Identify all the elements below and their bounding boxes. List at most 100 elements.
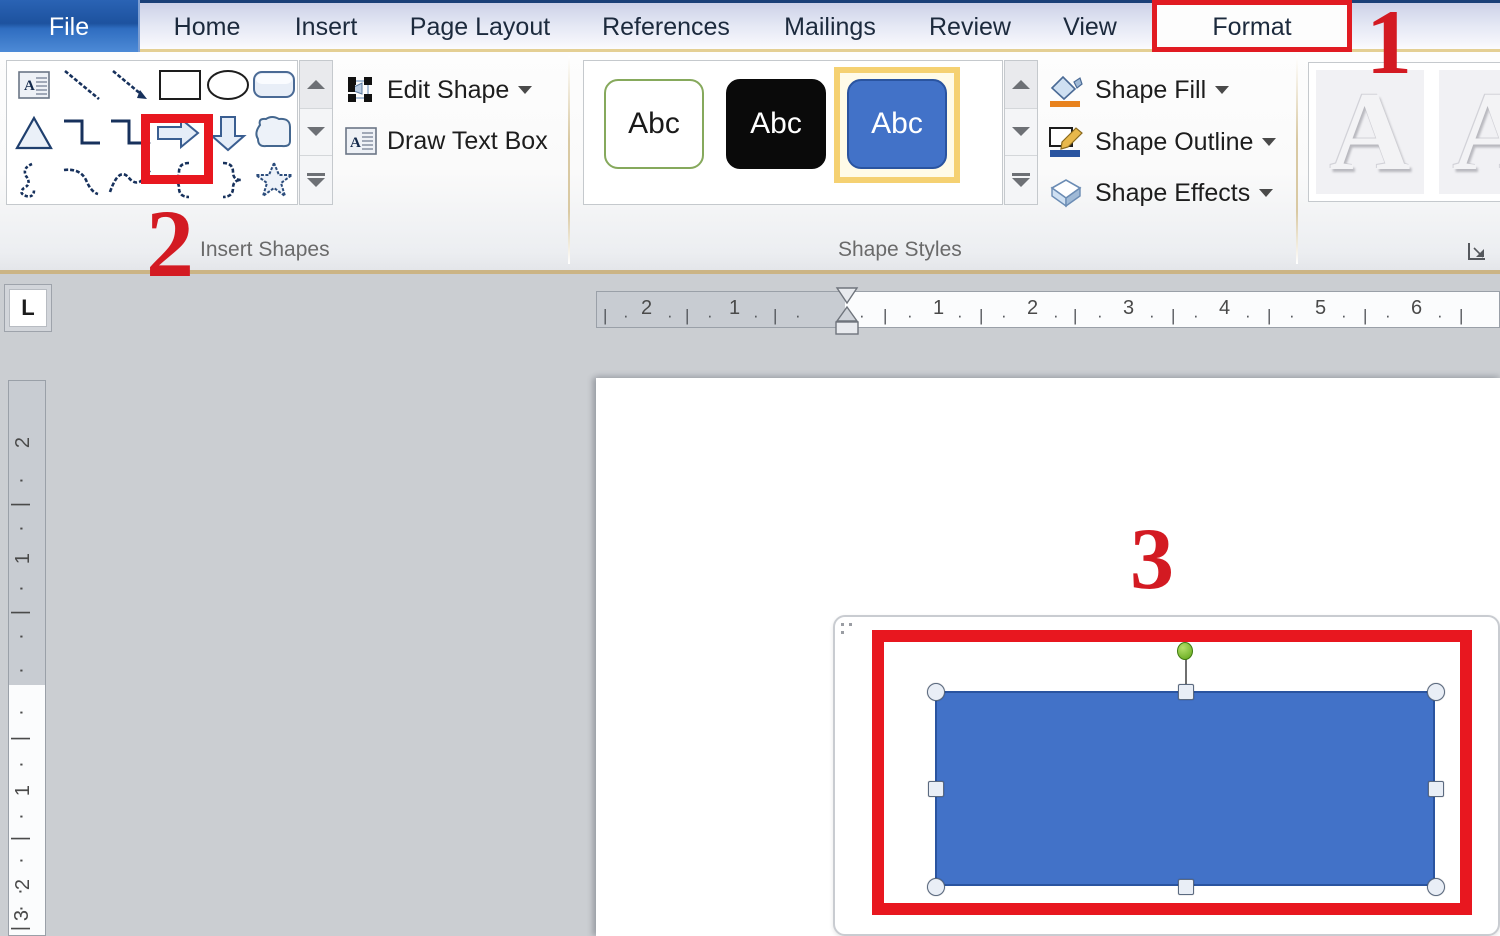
shape-triangle-icon[interactable]	[11, 111, 57, 155]
hruler-mark: ·	[667, 306, 673, 325]
shape-star-icon[interactable]	[251, 158, 297, 202]
shape-style-thumb-blue[interactable]: Abc	[845, 77, 949, 171]
shape-effects-button[interactable]: Shape Effects	[1046, 176, 1274, 210]
selection-handle-top-center[interactable]	[1178, 684, 1194, 700]
shape-elbow-connector-icon[interactable]	[59, 111, 105, 155]
tab-view[interactable]: View	[1036, 0, 1144, 52]
hruler-mark: |	[979, 306, 984, 325]
vruler-mark: |	[9, 925, 32, 932]
hruler-mark: |	[773, 306, 778, 325]
hruler-mark: ·	[1341, 306, 1347, 325]
tab-insert[interactable]: Insert	[268, 0, 384, 52]
shape-effects-dropdown-arrow[interactable]	[1259, 189, 1274, 197]
shape-outline-button[interactable]: Shape Outline	[1046, 124, 1277, 160]
selection-handle-top-left[interactable]	[927, 683, 945, 701]
selection-handle-middle-right[interactable]	[1428, 781, 1444, 797]
shape-styles-scroll-down-button[interactable]	[1005, 109, 1037, 157]
shape-curve-icon[interactable]	[59, 158, 105, 202]
hruler-mark: ·	[795, 306, 801, 325]
shape-rectangle-icon[interactable]	[157, 63, 203, 107]
tab-mailings-label: Mailings	[784, 13, 876, 41]
shape-fill-dropdown-arrow[interactable]	[1215, 86, 1230, 94]
shape-styles-dialog-launcher[interactable]	[1466, 240, 1488, 262]
shape-line-icon[interactable]	[59, 63, 105, 107]
shape-line-arrow-icon[interactable]	[107, 63, 153, 107]
tab-view-label: View	[1063, 13, 1117, 41]
wordart-style-thumb-2[interactable]: A	[1439, 70, 1500, 194]
shape-oval-icon[interactable]	[205, 63, 251, 107]
vruler-mark-lower: ·	[8, 888, 31, 895]
hruler-mark: ·	[1385, 306, 1391, 325]
selection-handle-bottom-center[interactable]	[1178, 879, 1194, 895]
vruler-mark: |	[9, 735, 32, 742]
rotation-handle[interactable]	[1177, 642, 1193, 660]
selection-handle-middle-left[interactable]	[928, 781, 944, 797]
vruler-label-top-1: 1	[12, 552, 35, 565]
shape-scribble-icon[interactable]	[11, 158, 57, 202]
svg-text:A: A	[24, 78, 35, 94]
draw-text-box-icon: A	[345, 127, 377, 155]
shape-style-thumb-white-green[interactable]: Abc	[602, 77, 706, 171]
tab-mailings[interactable]: Mailings	[756, 0, 904, 52]
selection-handle-bottom-right[interactable]	[1427, 878, 1445, 896]
annotation-marker-3: 3	[1130, 511, 1174, 608]
tab-stop-selector[interactable]: L	[4, 284, 52, 332]
tab-home-label: Home	[173, 13, 241, 41]
chevron-up-icon	[307, 79, 325, 89]
tab-review-label: Review	[929, 13, 1011, 41]
shape-rounded-rectangle-icon[interactable]	[251, 63, 297, 107]
shape-style-thumb-black[interactable]: Abc	[724, 77, 828, 171]
hruler-label-right-4: 4	[1219, 297, 1231, 319]
tab-file[interactable]: File	[0, 0, 140, 52]
shape-cloud-callout-icon[interactable]	[251, 111, 297, 155]
horizontal-ruler[interactable]: | · 2 · | · 1 · | · · | · 1 · | · 2 · | …	[596, 291, 1500, 328]
draw-text-box-label: Draw Text Box	[387, 126, 548, 155]
shape-style-thumb-text-2: Abc	[750, 107, 802, 140]
vertical-ruler[interactable]: 2 · | · 1 · | · · · | · 1 · | · 2 · |	[8, 380, 46, 936]
more-shapes-icon	[307, 173, 325, 188]
vruler-mark: ·	[9, 585, 32, 592]
tab-page-layout[interactable]: Page Layout	[384, 0, 576, 52]
hruler-mark: |	[1267, 306, 1272, 325]
svg-text:A: A	[350, 135, 361, 151]
shape-outline-dropdown-arrow[interactable]	[1262, 138, 1277, 146]
shape-styles-more-button[interactable]	[1005, 156, 1037, 204]
hruler-mark: ·	[707, 306, 713, 325]
edit-shape-button[interactable]: Edit Shape	[344, 74, 533, 106]
hruler-mark: ·	[1001, 306, 1007, 325]
hruler-mark: |	[1073, 306, 1078, 325]
selection-handle-bottom-left[interactable]	[927, 878, 945, 896]
selected-rectangle-shape[interactable]	[935, 691, 1435, 886]
tab-format[interactable]: Format	[1152, 0, 1352, 52]
shape-text-box-icon[interactable]: A	[11, 63, 57, 107]
insert-shapes-scroll-down-button[interactable]	[300, 109, 332, 157]
vruler-mark: ·	[9, 477, 32, 484]
shape-right-brace-icon[interactable]	[207, 158, 253, 202]
tab-home[interactable]: Home	[146, 0, 268, 52]
insert-shapes-more-button[interactable]	[300, 156, 332, 204]
shape-styles-gallery[interactable]: Abc Abc Abc	[583, 60, 1003, 205]
tab-review[interactable]: Review	[904, 0, 1036, 52]
hruler-label-right-6: 6	[1411, 297, 1423, 319]
shape-fill-button[interactable]: Shape Fill	[1046, 72, 1230, 108]
vruler-mark: ·	[9, 857, 32, 864]
shape-styles-scroll-up-button[interactable]	[1005, 61, 1037, 109]
left-indent-marker[interactable]	[834, 320, 860, 341]
hruler-mark: ·	[753, 306, 759, 325]
hruler-mark: ·	[1289, 306, 1295, 325]
hruler-label-right-2: 2	[1027, 297, 1039, 319]
insert-shapes-scroll-up-button[interactable]	[300, 61, 332, 109]
draw-text-box-button[interactable]: A Draw Text Box	[344, 126, 548, 156]
annotation-marker-2: 2	[146, 190, 194, 297]
shape-styles-scroll-column[interactable]	[1004, 60, 1038, 205]
shape-effects-icon	[1050, 179, 1082, 208]
chevron-down-icon	[307, 127, 325, 137]
tab-references[interactable]: References	[576, 0, 756, 52]
edit-shape-dropdown-arrow[interactable]	[518, 86, 533, 94]
insert-shapes-scroll-column[interactable]	[299, 60, 333, 205]
horizontal-ruler-left-margin	[597, 292, 845, 327]
selection-handle-top-right[interactable]	[1427, 683, 1445, 701]
hruler-mark: ·	[1053, 306, 1059, 325]
chevron-down-icon	[1012, 127, 1030, 137]
vruler-mark: ·	[9, 761, 32, 768]
